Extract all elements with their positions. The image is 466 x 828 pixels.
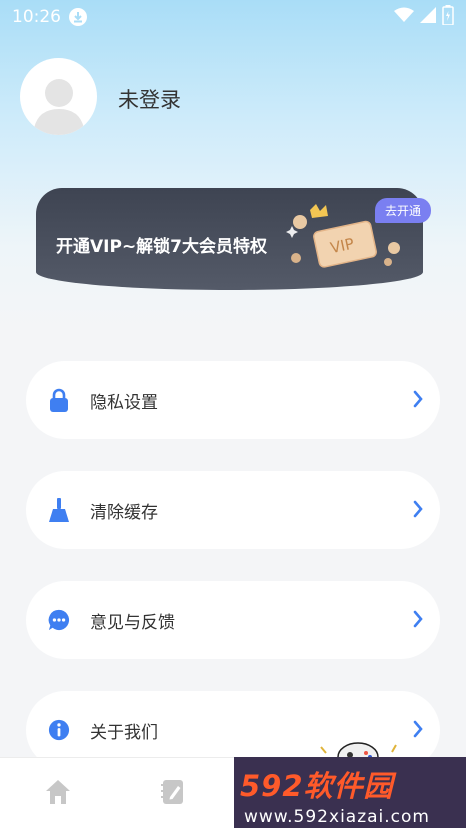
menu-item-feedback[interactable]: 意见与反馈 (26, 581, 440, 659)
cellular-icon (420, 7, 436, 27)
chevron-right-icon (412, 719, 424, 743)
status-bar: 10:26 (0, 0, 466, 34)
battery-icon (442, 5, 454, 29)
username-label[interactable]: 未登录 (118, 84, 181, 114)
watermark-brand: 592软件园 (240, 769, 394, 803)
watermark-url: www.592xiazai.com (244, 807, 430, 827)
menu-item-label: 隐私设置 (90, 392, 158, 413)
info-icon (48, 718, 70, 742)
menu-item-privacy[interactable]: 隐私设置 (26, 361, 440, 439)
menu-item-clear-cache[interactable]: 清除缓存 (26, 471, 440, 549)
lock-icon (48, 388, 70, 412)
status-time: 10:26 (12, 7, 61, 27)
menu-item-label: 清除缓存 (90, 502, 158, 523)
broom-icon (48, 498, 70, 522)
wifi-icon (394, 7, 414, 27)
site-watermark: 592软件园 www.592xiazai.com (234, 757, 466, 828)
menu-item-label: 关于我们 (90, 722, 158, 743)
notes-icon[interactable] (160, 778, 188, 810)
chevron-right-icon (412, 389, 424, 413)
vip-banner[interactable]: 开通VIP~解锁7大会员特权 VIP 去开通 (36, 188, 431, 290)
chevron-right-icon (412, 609, 424, 633)
avatar[interactable] (20, 58, 97, 135)
vip-banner-text: 开通VIP~解锁7大会员特权 (56, 237, 268, 257)
menu-item-label: 意见与反馈 (90, 612, 175, 633)
user-placeholder-icon (32, 79, 85, 135)
vip-activate-button[interactable]: 去开通 (374, 198, 431, 223)
chevron-right-icon (412, 499, 424, 523)
download-icon (69, 8, 87, 26)
home-icon[interactable] (44, 778, 72, 810)
chat-bubble-icon (48, 608, 70, 632)
